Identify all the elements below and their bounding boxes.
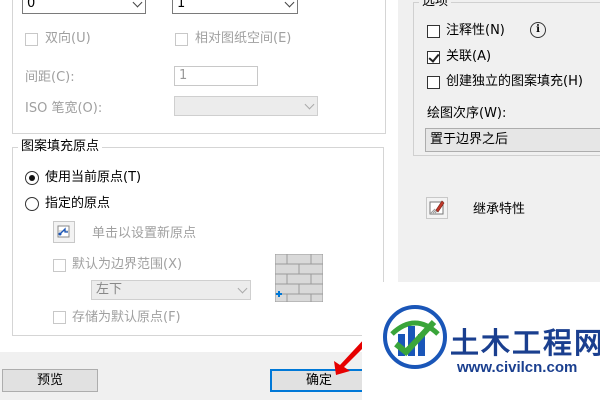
spacing-label: 间距(C): [25,70,75,85]
chevron-down-icon [304,99,315,110]
info-icon[interactable]: i [530,22,546,38]
separate-hatch-checkbox[interactable] [427,76,440,89]
draw-order-label: 绘图次序(W): [427,106,507,121]
spacing-value: 1 [179,68,188,83]
relative-paper-checkbox[interactable] [175,33,188,46]
double-label: 双向(U) [45,31,91,46]
extent-position-combo[interactable]: 左下 [91,280,251,300]
iso-pen-label: ISO 笔宽(O): [25,101,103,116]
chevron-down-icon [237,283,248,294]
click-set-origin-label: 单击以设置新原点 [92,226,197,241]
store-default-origin-checkbox[interactable] [53,311,66,324]
watermark: 土木工程网 www.civilcn.com [362,282,600,400]
associative-checkbox[interactable] [427,51,440,64]
origin-preview-image [275,254,323,302]
inherit-properties-icon [429,200,445,215]
annotative-label: 注释性(N) [446,23,505,38]
specified-origin-radio[interactable] [25,197,39,211]
watermark-url: www.civilcn.com [457,359,578,376]
annotative-checkbox[interactable] [427,25,440,38]
pick-point-icon [57,225,70,238]
civilcn-logo-icon [383,305,447,369]
use-current-origin-label: 使用当前原点(T) [45,170,142,185]
default-extent-label: 默认为边界范围(X) [72,257,183,272]
spacing-input[interactable]: 1 [174,66,258,86]
options-group-title: 选项 [419,0,452,10]
inherit-properties-label: 继承特性 [473,202,526,217]
draw-order-value: 置于边界之后 [430,132,509,147]
iso-pen-combo[interactable] [174,96,318,116]
specified-origin-label: 指定的原点 [45,196,111,211]
extent-position-value: 左下 [96,282,123,297]
separate-hatch-label: 创建独立的图案填充(H) [446,74,583,89]
default-extent-checkbox[interactable] [53,259,66,272]
double-checkbox[interactable] [25,33,38,46]
watermark-title: 土木工程网 [450,326,600,360]
relative-paper-label: 相对图纸空间(E) [195,31,292,46]
use-current-origin-radio[interactable] [25,171,39,185]
draw-order-combo[interactable]: 置于边界之后 [425,128,600,152]
associative-label: 关联(A) [446,49,492,64]
set-origin-button[interactable] [53,221,75,243]
origin-group-title: 图案填充原点 [18,139,103,155]
preview-button[interactable]: 预览 [2,369,98,392]
inherit-properties-button[interactable] [426,197,448,219]
store-default-origin-label: 存储为默认原点(F) [72,310,181,325]
